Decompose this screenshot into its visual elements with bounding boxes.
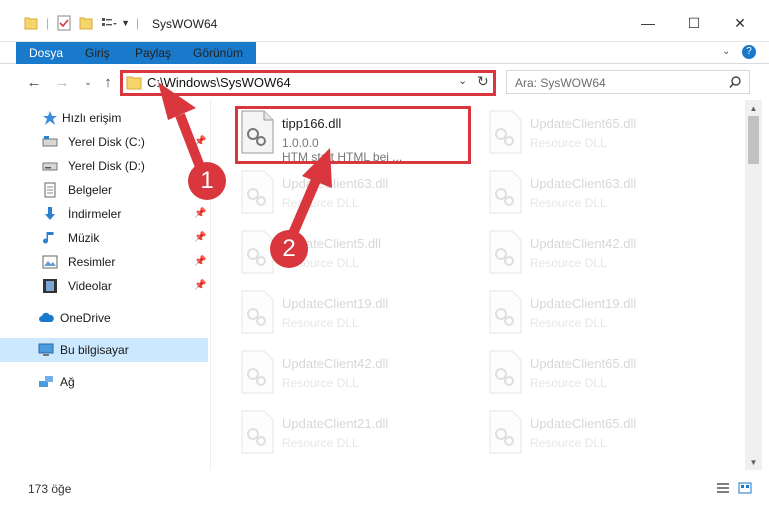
arrow-2-head <box>302 148 332 188</box>
step-badge-2: 2 <box>270 230 308 268</box>
arrow-2 <box>287 178 321 238</box>
step-badge-1: 1 <box>188 162 226 200</box>
annotation-layer <box>158 82 332 238</box>
arrow-1-head <box>158 82 196 120</box>
